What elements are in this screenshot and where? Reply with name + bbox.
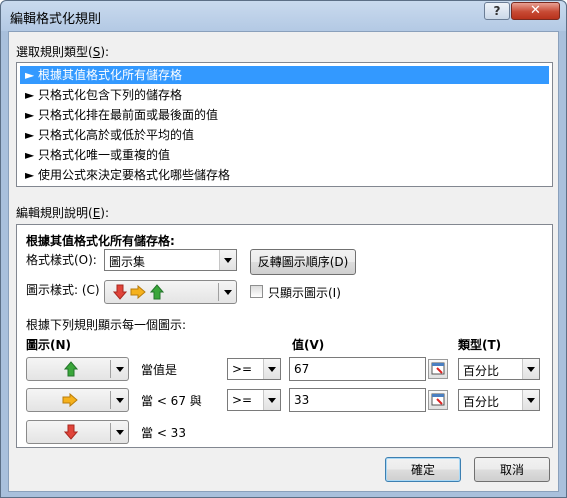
row2-value-input[interactable] [290, 389, 425, 411]
green-up-arrow-icon [150, 284, 164, 300]
rule-type-label: 選取規則類型(S): [16, 45, 110, 59]
icon-style-select[interactable] [104, 280, 237, 304]
rule-type-item-above-below-average[interactable]: ► 只格式化高於或低於平均的值 [20, 126, 549, 144]
dialog-window: 編輯格式化規則 ? ✕ 選取規則類型(S): ► 根據其值格式化所有儲存格 ► … [0, 0, 567, 498]
chevron-down-icon [263, 390, 280, 410]
format-style-label: 格式樣式(O): [26, 253, 97, 267]
edit-description-panel: 根據其值格式化所有儲存格: 格式樣式(O): 圖示集 反轉圖示順序(D) 圖示樣… [16, 224, 553, 448]
help-button[interactable]: ? [484, 2, 510, 20]
dialog-title: 編輯格式化規則 [10, 12, 102, 27]
range-picker-icon [431, 362, 445, 375]
red-down-arrow-icon [113, 284, 127, 300]
row2-icon-select[interactable] [26, 388, 129, 412]
row2-operator-select[interactable]: >= [227, 389, 281, 411]
row1-icon-select[interactable] [26, 357, 129, 381]
chevron-down-icon [116, 430, 124, 435]
row1-operator-select[interactable]: >= [227, 358, 281, 380]
rule-type-item-formula[interactable]: ► 使用公式來決定要格式化哪些儲存格 [20, 166, 549, 184]
rule-type-list[interactable]: ► 根據其值格式化所有儲存格 ► 只格式化包含下列的儲存格 ► 只格式化排在最前… [16, 62, 553, 187]
rule-type-item-top-bottom[interactable]: ► 只格式化排在最前面或最後面的值 [20, 106, 549, 124]
row1-value-field[interactable] [289, 357, 426, 381]
row2-type-select[interactable]: 百分比 [458, 389, 540, 411]
reverse-icon-order-button[interactable]: 反轉圖示順序(D) [250, 249, 356, 275]
chevron-down-icon [522, 359, 539, 379]
green-up-arrow-icon [64, 361, 78, 377]
row2-condition: 當 < 67 與 [141, 394, 202, 408]
cancel-button[interactable]: 取消 [474, 457, 550, 482]
edit-description-label: 編輯規則說明(E): [16, 206, 110, 220]
icon-only-checkbox[interactable] [250, 285, 263, 298]
format-style-select[interactable]: 圖示集 [104, 249, 237, 271]
row1-type-select[interactable]: 百分比 [458, 358, 540, 380]
row3-icon-select[interactable] [26, 420, 129, 444]
rule-type-item-unique-duplicate[interactable]: ► 只格式化唯一或重複的值 [20, 146, 549, 164]
chevron-down-icon [522, 390, 539, 410]
row2-operator-value: >= [232, 393, 253, 407]
rule-type-item-contains[interactable]: ► 只格式化包含下列的儲存格 [20, 86, 549, 104]
rules-caption: 根據下列規則顯示每一個圖示: [26, 318, 187, 332]
row2-range-picker-button[interactable] [428, 390, 448, 410]
row2-type-value: 百分比 [463, 395, 500, 409]
yellow-right-arrow-icon [62, 393, 78, 407]
chevron-down-icon [116, 398, 124, 403]
red-down-arrow-icon [64, 424, 78, 440]
yellow-right-arrow-icon [130, 285, 146, 299]
row1-condition: 當值是 [141, 363, 178, 377]
chevron-down-icon [263, 359, 280, 379]
row1-type-value: 百分比 [463, 364, 500, 378]
row1-value-input[interactable] [290, 358, 425, 380]
type-column-header: 類型(T) [458, 338, 502, 352]
row1-range-picker-button[interactable] [428, 359, 448, 379]
icon-column-header: 圖示(N) [26, 338, 72, 352]
chevron-down-icon [219, 250, 236, 270]
format-style-value: 圖示集 [109, 255, 146, 269]
title-bar: 編輯格式化規則 ? ✕ [1, 1, 566, 31]
range-picker-icon [431, 393, 445, 406]
close-button[interactable]: ✕ [511, 2, 560, 20]
dialog-body: 選取規則類型(S): ► 根據其值格式化所有儲存格 ► 只格式化包含下列的儲存格… [8, 31, 559, 492]
icon-only-label: 只顯示圖示(I) [268, 286, 341, 300]
row2-value-field[interactable] [289, 388, 426, 412]
icon-style-label: 圖示樣式: (C) [26, 283, 100, 297]
row1-operator-value: >= [232, 362, 253, 376]
edit-heading: 根據其值格式化所有儲存格: [26, 234, 175, 248]
chevron-down-icon [116, 367, 124, 372]
row3-condition: 當 < 33 [141, 426, 186, 440]
ok-button[interactable]: 確定 [385, 457, 461, 482]
value-column-header: 值(V) [292, 338, 325, 352]
chevron-down-icon [224, 290, 232, 295]
rule-type-item-all-cells[interactable]: ► 根據其值格式化所有儲存格 [20, 66, 549, 84]
